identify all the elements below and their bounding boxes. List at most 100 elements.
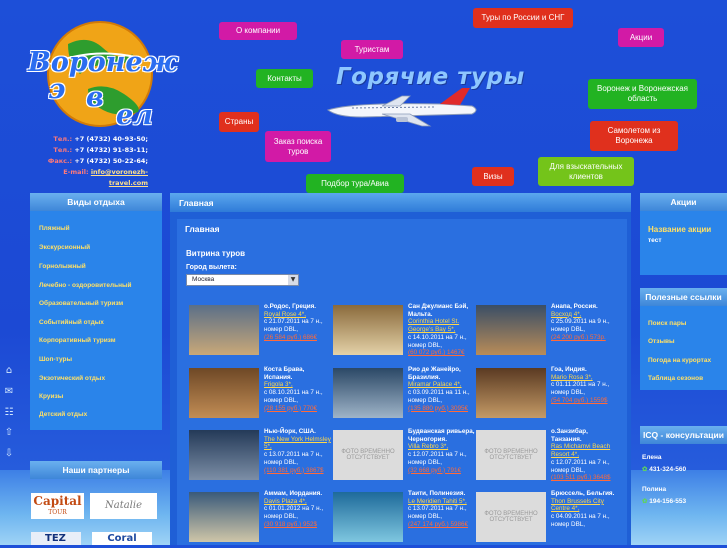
icq-contact-2[interactable]: ✿ 194-156-553 <box>642 497 686 505</box>
partner-natalie[interactable]: Natalie <box>90 493 157 519</box>
menu-item-beach[interactable]: Пляжный <box>39 225 70 232</box>
tour-price-link[interactable]: (110 381 руб.) 3867$ <box>264 467 332 475</box>
tour-price-link[interactable]: (103 511 руб.) 3648$ <box>551 474 619 482</box>
nav-pick-tour[interactable]: Подбор тура/Авиа <box>306 174 404 193</box>
partner-coral[interactable]: Coral <box>92 532 152 545</box>
menu-item-cruises[interactable]: Круизы <box>39 393 63 400</box>
nav-countries[interactable]: Страны <box>219 112 259 132</box>
tour-card[interactable]: о.Родос, Греция. Royal Rose 4*, с 21.07.20… <box>189 303 329 361</box>
nav-demanding-clients[interactable]: Для взыскательных клиентов <box>538 157 634 186</box>
tour-card[interactable]: ФОТО ВРЕМЕННО ОТСУТСТВУЕТ о.Занзибар, Тан… <box>476 428 616 486</box>
tour-dates: с 08.10.2011 на 7 н., <box>264 389 323 397</box>
mail-icon[interactable]: ✉ <box>3 386 15 398</box>
menu-item-exotic[interactable]: Экзотический отдых <box>39 375 105 382</box>
tour-price-link[interactable]: (54 704 руб.) 1559$ <box>551 397 619 405</box>
promo-name[interactable]: Название акции <box>648 225 711 234</box>
arrow-up-icon[interactable]: ⇧ <box>3 427 15 439</box>
menu-item-corporate[interactable]: Корпоративный туризм <box>39 337 116 344</box>
nav-visas[interactable]: Визы <box>472 167 514 186</box>
no-photo-placeholder[interactable]: ФОТО ВРЕМЕННО ОТСУТСТВУЕТ <box>476 492 546 542</box>
tour-photo[interactable] <box>333 368 403 418</box>
tour-price-link[interactable]: (247 174 руб.) 5986€ <box>408 521 476 529</box>
sitemap-icon[interactable]: ☷ <box>3 407 15 419</box>
tour-hotel-link[interactable]: Royal Rose 4*, <box>264 311 332 319</box>
tour-card[interactable]: ФОТО ВРЕМЕННО ОТСУТСТВУЕТ Брюссель, Бельг… <box>476 490 616 548</box>
tour-photo[interactable] <box>189 492 259 542</box>
no-photo-placeholder[interactable]: ФОТО ВРЕМЕННО ОТСУТСТВУЕТ <box>476 430 546 480</box>
arrow-down-icon[interactable]: ⇩ <box>3 448 15 460</box>
partner-capital[interactable]: Capital TOUR <box>31 493 84 519</box>
tour-price-link[interactable]: (60 072 руб.) 1467€ <box>408 349 476 357</box>
home-icon[interactable]: ⌂ <box>3 365 15 377</box>
email-link[interactable]: info@voronezh-travel.com <box>91 168 148 187</box>
menu-item-excursion[interactable]: Экскурсионный <box>39 244 90 251</box>
tour-photo[interactable] <box>476 368 546 418</box>
tour-card[interactable]: ФОТО ВРЕМЕННО ОТСУТСТВУЕТ Будванская ривь… <box>333 428 476 486</box>
menu-item-kids[interactable]: Детский отдых <box>39 411 87 418</box>
nav-tourists[interactable]: Туристам <box>341 40 403 59</box>
link-seasons[interactable]: Таблица сезонов <box>648 375 703 382</box>
nav-tours-russia[interactable]: Туры по России и СНГ <box>473 8 573 28</box>
tour-hotel-link[interactable]: Восход 4*, <box>551 311 619 319</box>
link-reviews[interactable]: Отзывы <box>648 338 675 345</box>
departure-city-select[interactable]: Москва ▼ <box>186 274 299 286</box>
link-find-pair[interactable]: Поиск пары <box>648 320 686 327</box>
tour-card[interactable]: Сан Джулианс Бэй, Мальта. Corinthia Hotel… <box>333 303 473 361</box>
tour-card[interactable]: Аммам, Иордания. Davis Plaza 4*, с 01.01.2… <box>189 490 329 548</box>
tour-photo[interactable] <box>189 305 259 355</box>
tour-destination: Таити, Полинезия. <box>408 490 466 497</box>
tour-hotel-link[interactable]: Davis Plaza 4*, <box>264 498 332 506</box>
menu-item-ski[interactable]: Горнолыжный <box>39 263 86 270</box>
tour-hotel-link[interactable]: Miramar Palace 4*, <box>408 381 476 389</box>
tour-photo[interactable] <box>333 305 403 355</box>
tour-price-link[interactable]: (30 918 руб.) 952$ <box>264 521 332 529</box>
menu-item-health[interactable]: Лечебно - оздоровительный <box>39 282 132 289</box>
tour-card[interactable]: Нью-Йорк, США. The New York Helmsley 5*, с… <box>189 428 332 486</box>
fax: Факс.: +7 (4732) 50-22-64; <box>47 157 148 165</box>
tour-price-link[interactable]: (135 880 руб.) 3095€ <box>408 405 476 413</box>
menu-item-shopping[interactable]: Шоп-туры <box>39 356 72 363</box>
tour-hotel-link[interactable]: Ras Michamvi Beach Resort 4*, <box>551 443 619 458</box>
tour-hotel-link[interactable]: Thon Brussels City Centre 4*, <box>551 498 619 513</box>
menu-item-education[interactable]: Образовательный туризм <box>39 300 123 307</box>
tour-card[interactable]: Коста Брава, Испания. Frigola 3*, с 08.10.… <box>189 366 329 424</box>
tour-hotel-link[interactable]: Le Meridien Tahiti 5*, <box>408 498 476 506</box>
nav-search-order[interactable]: Заказ поиска туров <box>265 131 331 162</box>
tour-dates: с 13.07.2011 на 7 н., <box>264 451 323 459</box>
menu-item-events[interactable]: Событийный отдых <box>39 319 104 326</box>
partner-tez[interactable]: TEZ <box>31 532 81 545</box>
tour-hotel-link[interactable]: Corinthia Hotel St. George's Bay 5*, <box>408 318 476 333</box>
logo-text-2: э <box>48 74 66 105</box>
breadcrumb-home[interactable]: Главная <box>179 198 214 208</box>
tour-hotel-link[interactable]: Frigola 3*, <box>264 381 332 389</box>
tour-destination: о.Занзибар, Танзания. <box>551 428 588 443</box>
tour-photo[interactable] <box>189 368 259 418</box>
tour-card[interactable]: Гоа, Индия. Mario Rosa 3*, с 01.11.2011 на… <box>476 366 616 424</box>
tour-photo[interactable] <box>333 492 403 542</box>
tour-price-link[interactable]: (26 584 руб.) 686€ <box>264 334 332 342</box>
nav-voronezh-region[interactable]: Воронеж и Воронежская область <box>588 79 697 109</box>
tour-hotel-link[interactable]: The New York Helmsley 5*, <box>264 436 332 451</box>
tour-room: номер DBL, <box>408 396 443 404</box>
tour-card[interactable]: Таити, Полинезия. Le Meridien Tahiti 5*, с… <box>333 490 473 548</box>
tour-price-link[interactable]: (28 155 руб.) 770€ <box>264 405 332 413</box>
tour-hotel-link[interactable]: Villa Rebro 3*, <box>408 443 476 451</box>
tour-photo[interactable] <box>476 305 546 355</box>
tour-price-link[interactable]: (24 200 руб.) 573р. <box>551 334 619 342</box>
nav-promotions[interactable]: Акции <box>618 28 664 47</box>
tour-hotel-link[interactable]: Mario Rosa 3*, <box>551 374 619 382</box>
phone-2: Тел.: +7 (4732) 91-83-11; <box>53 146 148 154</box>
tour-price-link[interactable]: (32 668 руб.) 791€ <box>408 467 476 475</box>
tour-card[interactable]: Анапа, Россия. Восход 4*, с 25.09.2011 на … <box>476 303 616 361</box>
logo[interactable]: Воронеж э в ел <box>28 14 178 132</box>
icq-contact-1[interactable]: ✿ 431-324-560 <box>642 465 686 473</box>
no-photo-placeholder[interactable]: ФОТО ВРЕМЕННО ОТСУТСТВУЕТ <box>333 430 403 480</box>
tour-info: Коста Брава, Испания. Frigola 3*, с 08.10.… <box>264 366 332 412</box>
tour-photo[interactable] <box>189 430 259 480</box>
link-weather[interactable]: Погода на курортах <box>648 357 711 364</box>
nav-about[interactable]: О компании <box>219 22 297 40</box>
tour-card[interactable]: Рио де Жанейро, Бразилия. Miramar Palace … <box>333 366 473 424</box>
nav-contacts[interactable]: Контакты <box>256 69 313 88</box>
tour-destination: Сан Джулианс Бэй, Мальта. <box>408 303 469 318</box>
nav-plane-from-voronezh[interactable]: Самолетом из Воронежа <box>590 121 678 151</box>
